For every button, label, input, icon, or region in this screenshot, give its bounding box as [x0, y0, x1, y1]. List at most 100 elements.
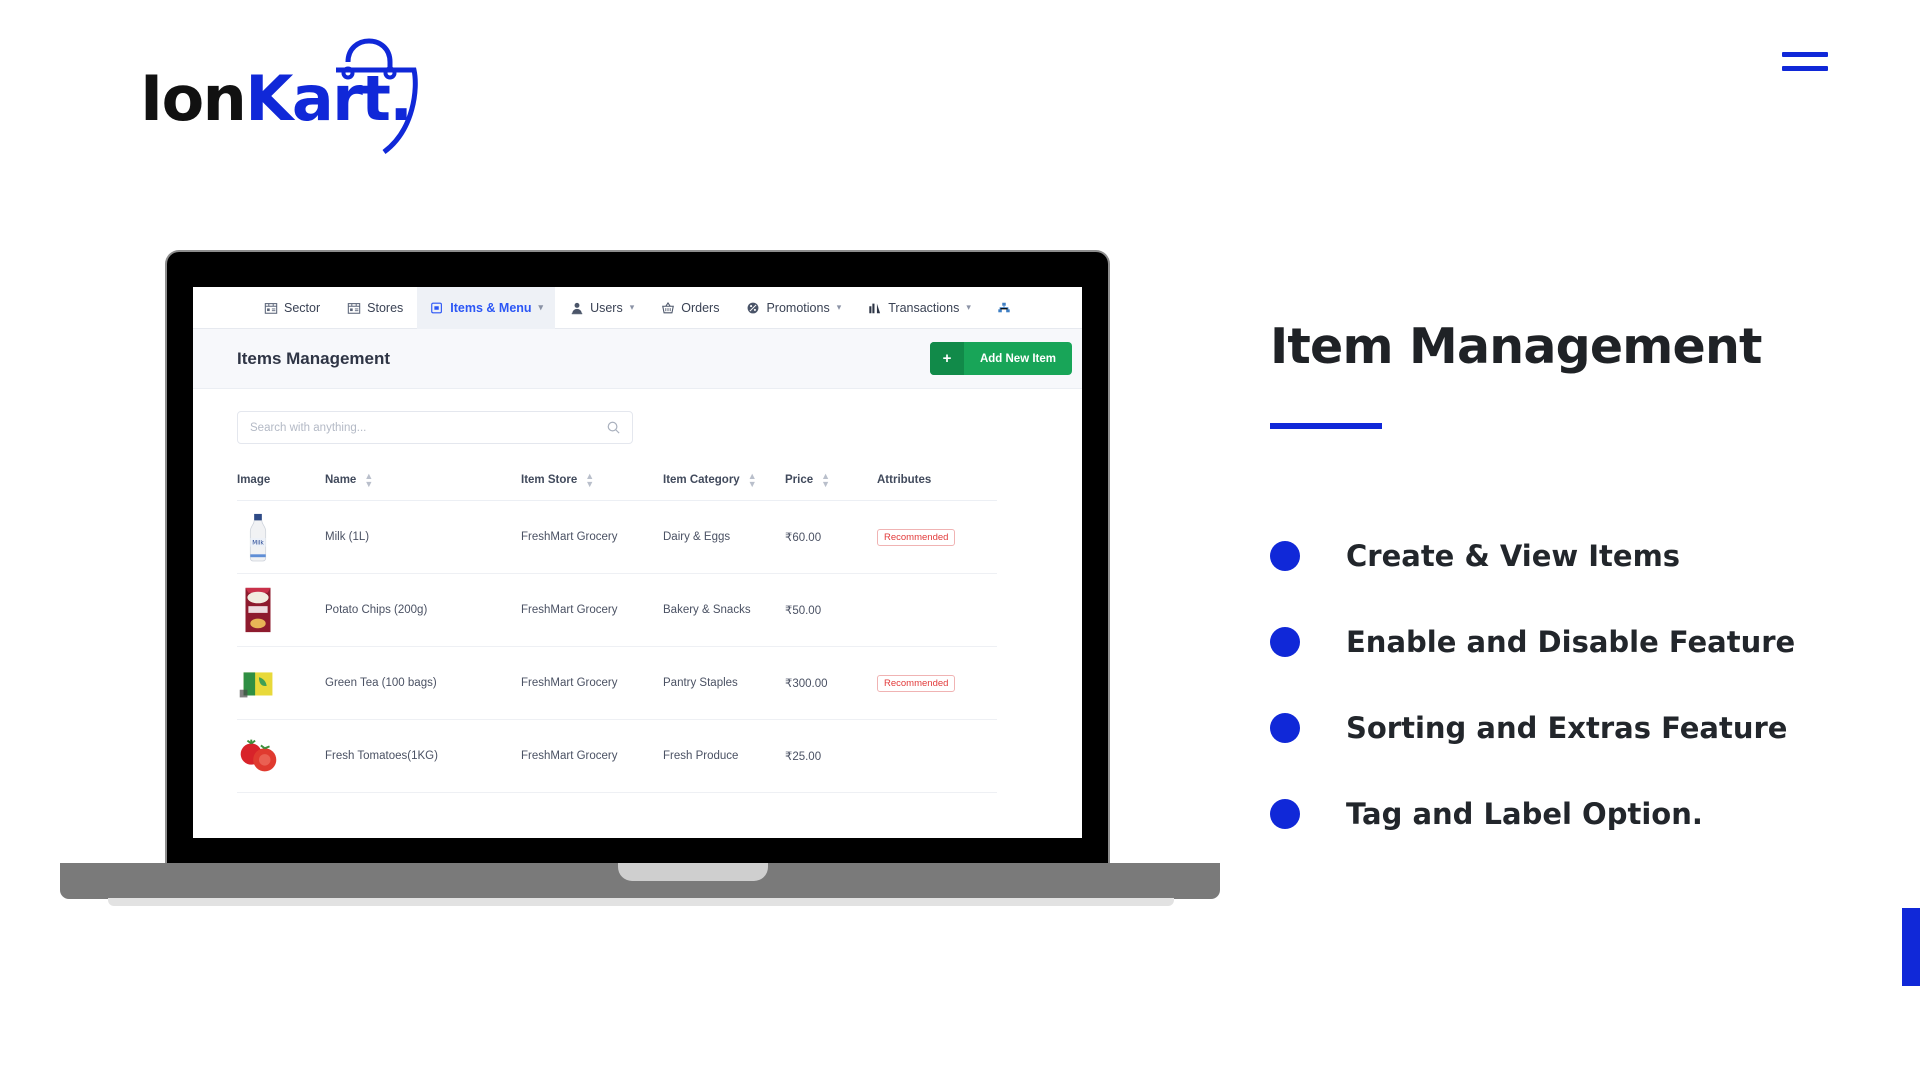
cell-name: Green Tea (100 bags)	[325, 646, 521, 720]
cell-store: FreshMart Grocery	[521, 646, 663, 720]
items-table-body: Milk Milk (1L) FreshMart Grocery Dairy &…	[237, 500, 997, 793]
nav-label: Users	[590, 300, 623, 315]
cell-price: ₹50.00	[785, 573, 877, 647]
column-label: Image	[237, 474, 271, 486]
nav-item-sitemap[interactable]	[985, 287, 1024, 329]
chevron-down-icon: ▾	[836, 302, 842, 312]
cell-image	[237, 573, 325, 647]
laptop-trackpad-notch	[618, 863, 768, 881]
cell-category: Bakery & Snacks	[663, 573, 785, 647]
app-top-navigation: Sector Stores Items & Menu ▾ Users ▾ Ord…	[193, 287, 1082, 329]
laptop-mockup: Sector Stores Items & Menu ▾ Users ▾ Ord…	[60, 250, 1220, 910]
status-badge: Recommended	[877, 528, 956, 546]
feature-label: Tag and Label Option.	[1346, 797, 1703, 831]
nav-item-promotions[interactable]: Promotions ▾	[733, 287, 853, 329]
bullet-dot-icon	[1270, 713, 1300, 743]
items-content: Image Name ▲▼ Item Store ▲▼ Item Category ▲…	[193, 389, 1082, 793]
sort-toggle-icon[interactable]: ▲ ▼	[821, 472, 830, 489]
list-item: Sorting and Extras Feature	[1270, 685, 1870, 771]
nav-item-stores[interactable]: Stores	[334, 287, 415, 329]
admin-app: Sector Stores Items & Menu ▾ Users ▾ Ord…	[193, 287, 1082, 838]
bar-chart-icon	[867, 300, 882, 315]
sort-toggle-icon[interactable]: ▲ ▼	[364, 472, 373, 489]
cell-store: FreshMart Grocery	[521, 500, 663, 574]
page-header-bar: Items Management + Add New Item	[193, 329, 1082, 389]
nav-label: Stores	[367, 300, 404, 315]
nav-label: Promotions	[766, 300, 830, 315]
potato-chips-packet-thumbnail	[245, 587, 271, 633]
nav-item-items-menu[interactable]: Items & Menu ▾	[417, 287, 556, 329]
column-label: Name	[325, 474, 357, 486]
cell-attributes: Recommended	[877, 646, 997, 720]
hamburger-bar	[1782, 52, 1828, 57]
items-menu-icon	[429, 300, 444, 315]
chevron-down-icon: ▾	[629, 302, 635, 312]
slide-root: IonKart. Sector Stores Items & Menu ▾ Us…	[0, 0, 1920, 1080]
nav-label: Sector	[284, 300, 321, 315]
column-header-name[interactable]: Name ▲ ▼	[325, 466, 521, 501]
search-icon[interactable]	[606, 420, 621, 438]
cell-name: Potato Chips (200g)	[325, 573, 521, 647]
sort-toggle-icon[interactable]: ▲ ▼	[748, 472, 757, 489]
nav-item-sector[interactable]: Sector	[251, 287, 332, 329]
laptop-screen: Sector Stores Items & Menu ▾ Users ▾ Ord…	[193, 287, 1082, 838]
sort-toggle-icon[interactable]: ▲ ▼	[585, 472, 594, 489]
cell-store: FreshMart Grocery	[521, 719, 663, 793]
brand-logo: IonKart.	[132, 18, 432, 158]
brand-wordmark: IonKart.	[140, 68, 413, 130]
svg-text:Milk: Milk	[252, 541, 264, 547]
cell-image	[237, 646, 325, 720]
cell-attributes	[877, 573, 997, 647]
column-header-attributes: Attributes	[877, 466, 997, 501]
column-header-item-category[interactable]: Item Category ▲ ▼	[663, 466, 785, 501]
search-field-wrapper[interactable]	[237, 411, 633, 444]
fresh-tomatoes-thumbnail	[240, 739, 277, 772]
feature-label: Create & View Items	[1346, 539, 1681, 573]
column-label: Item Category	[663, 474, 740, 486]
column-header-price[interactable]: Price ▲ ▼	[785, 466, 877, 501]
chevron-down-icon: ▾	[538, 302, 544, 312]
laptop-foot	[108, 898, 1174, 906]
table-row[interactable]: Fresh Tomatoes(1KG) FreshMart Grocery Fr…	[237, 719, 997, 793]
hamburger-menu-icon[interactable]	[1782, 52, 1828, 78]
hamburger-bar	[1782, 66, 1828, 71]
column-label: Attributes	[877, 474, 932, 486]
feature-bullet-list: Create & View Items Enable and Disable F…	[1270, 513, 1870, 857]
column-header-item-store[interactable]: Item Store ▲ ▼	[521, 466, 663, 501]
list-item: Create & View Items	[1270, 513, 1870, 599]
nav-label: Items & Menu	[450, 300, 532, 315]
bullet-dot-icon	[1270, 799, 1300, 829]
search-input[interactable]	[250, 421, 620, 434]
store-building-icon	[346, 300, 361, 315]
right-edge-accent-tab	[1902, 908, 1920, 986]
cell-image: Milk	[237, 500, 325, 574]
cell-category: Dairy & Eggs	[663, 500, 785, 574]
chevron-down-icon: ▾	[966, 302, 971, 312]
brand-name-dark: Ion	[140, 62, 247, 135]
feature-label: Enable and Disable Feature	[1346, 625, 1796, 659]
brand-name-accent: Kart.	[245, 62, 413, 135]
bullet-dot-icon	[1270, 541, 1300, 571]
items-table: Image Name ▲ ▼ Item Store ▲ ▼ Item Category ▲…	[237, 466, 997, 793]
nav-item-orders[interactable]: Orders	[648, 287, 731, 329]
nav-label: Transactions	[888, 300, 960, 315]
cell-name: Fresh Tomatoes(1KG)	[325, 719, 521, 793]
add-new-item-button[interactable]: + Add New Item	[929, 342, 1072, 375]
list-item: Tag and Label Option.	[1270, 771, 1870, 857]
page-title: Item Management	[1270, 318, 1762, 375]
cell-image	[237, 719, 325, 793]
table-header-row: Image Name ▲ ▼ Item Store ▲ ▼ Item Category ▲…	[237, 466, 997, 501]
nav-label: Orders	[681, 300, 720, 315]
table-row[interactable]: Milk Milk (1L) FreshMart Grocery Dairy &…	[237, 500, 997, 574]
page-header-actions: + Add New Item	[929, 342, 1082, 375]
bullet-dot-icon	[1270, 627, 1300, 657]
feature-label: Sorting and Extras Feature	[1346, 711, 1788, 745]
sitemap-icon	[997, 300, 1012, 315]
feature-panel: Item Management Create & View Items Enab…	[1270, 318, 1870, 857]
title-underline-accent	[1270, 423, 1382, 429]
nav-item-transactions[interactable]: Transactions ▾	[855, 287, 983, 329]
nav-item-users[interactable]: Users ▾	[557, 287, 646, 329]
table-row[interactable]: Potato Chips (200g) FreshMart Grocery Ba…	[237, 573, 997, 647]
items-table-head: Image Name ▲ ▼ Item Store ▲ ▼ Item Category ▲…	[237, 466, 997, 501]
table-row[interactable]: Green Tea (100 bags) FreshMart Grocery P…	[237, 646, 997, 720]
